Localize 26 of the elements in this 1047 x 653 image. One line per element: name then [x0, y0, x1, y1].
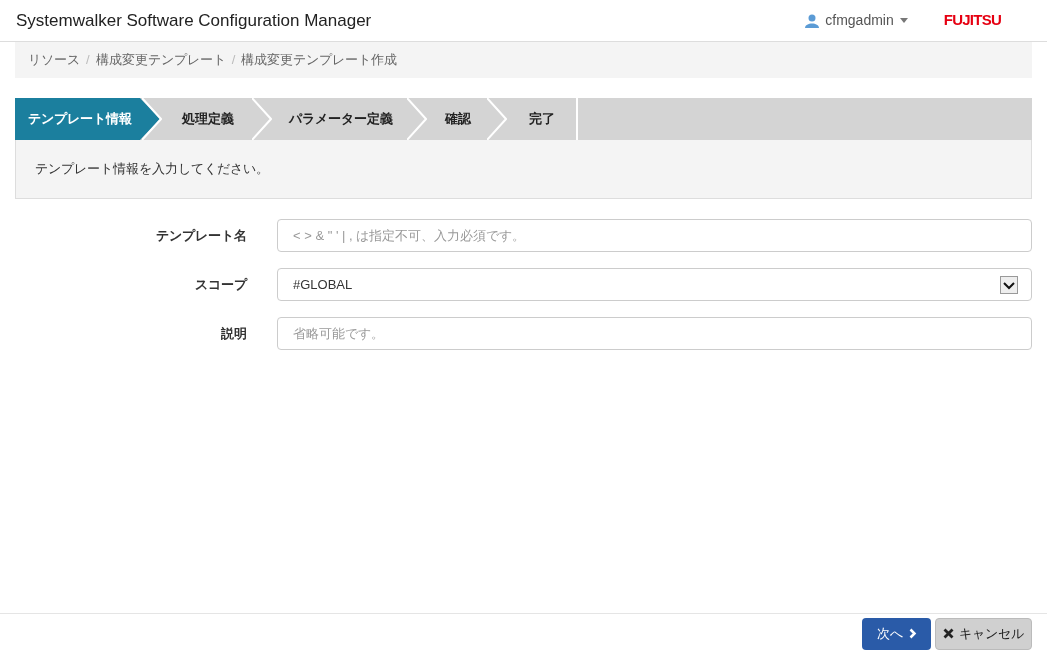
next-button[interactable]: 次へ [862, 617, 931, 650]
wizard-step[interactable]: 完了 [507, 98, 578, 140]
scope-select[interactable]: #GLOBAL [277, 268, 1032, 301]
user-menu[interactable]: cfmgadmin [805, 10, 908, 31]
logo: FUJITSU [943, 10, 1001, 31]
field-label: テンプレート名 [155, 226, 247, 245]
input-field[interactable]: 省略可能です。 [277, 317, 1032, 350]
instruction-text: テンプレート情報を入力してください。 [35, 160, 269, 179]
caret-icon [899, 18, 908, 23]
breadcrumb-item[interactable]: リソース [28, 50, 80, 70]
field-label: スコープ [194, 275, 247, 294]
breadcrumb-item[interactable]: 構成変更テンプレート [95, 50, 226, 70]
close-icon [943, 628, 954, 639]
app-title: Systemwalker Software Configuration Manager [16, 9, 372, 32]
user-icon [805, 13, 820, 28]
wizard-step[interactable]: テンプレート情報 [15, 98, 162, 140]
breadcrumb-item: 構成変更テンプレート作成 [241, 51, 398, 70]
breadcrumb-separator: / [231, 51, 236, 70]
field-label: 説明 [220, 324, 247, 343]
chevron-right-icon [908, 628, 917, 639]
wizard-step[interactable]: 処理定義 [162, 98, 272, 140]
cancel-button[interactable]: キャンセル [935, 617, 1032, 650]
breadcrumb-separator: / [86, 51, 90, 70]
wizard-step[interactable]: パラメーター定義 [272, 98, 427, 140]
wizard-step[interactable]: 確認 [427, 98, 507, 140]
input-field[interactable]: < > & " ' | , は指定不可、入力必須です。 [277, 219, 1032, 252]
